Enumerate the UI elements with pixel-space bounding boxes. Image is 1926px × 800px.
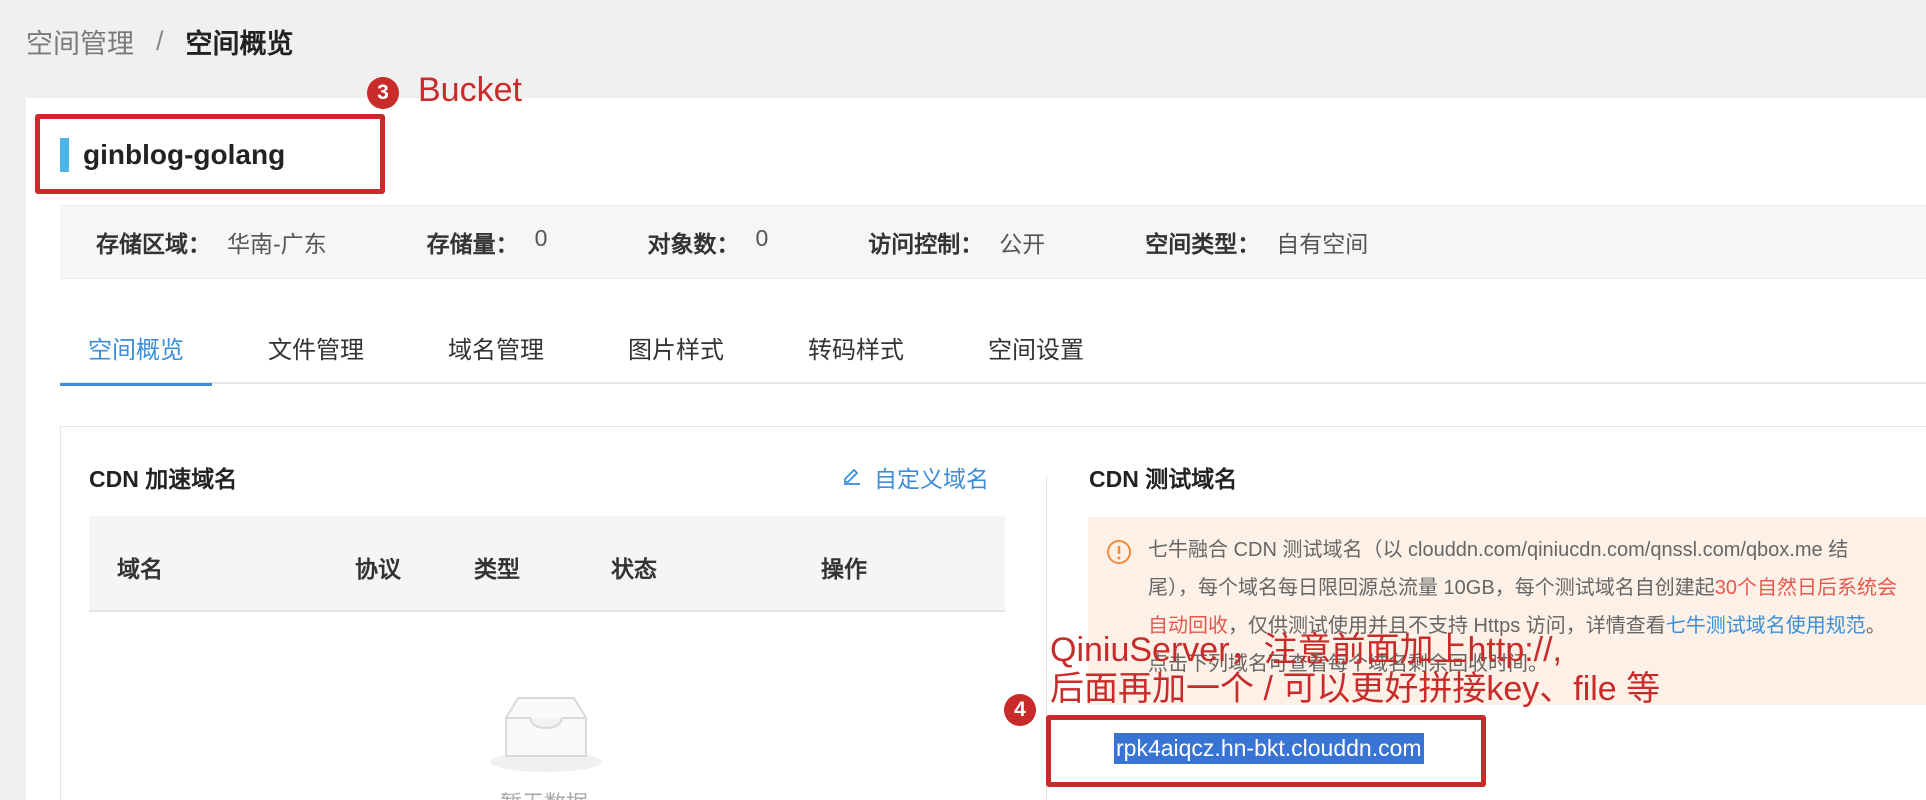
notice-line-2: 尾），每个域名每日限回源总流量 10GB，每个测试域名自创建起30个自然日后系统… bbox=[1148, 569, 1926, 607]
breadcrumb-current: 空间概览 bbox=[185, 29, 294, 59]
bucket-tabs: 空间概览 文件管理 域名管理 图片样式 转码样式 空间设置 bbox=[60, 318, 1926, 386]
info-objects: 对象数： 0 bbox=[647, 225, 768, 259]
warning-icon bbox=[1106, 539, 1132, 578]
tab-settings[interactable]: 空间设置 bbox=[960, 318, 1112, 384]
breadcrumb-parent[interactable]: 空间管理 bbox=[26, 22, 134, 61]
info-type-key: 空间类型： bbox=[1145, 231, 1261, 257]
info-objects-value: 0 bbox=[755, 225, 769, 251]
annotation-label-server-line2: 后面再加一个 / 可以更好拼接key、file 等 bbox=[1050, 670, 1661, 708]
annotation-label-bucket: Bucket bbox=[418, 71, 522, 109]
info-objects-key: 对象数： bbox=[647, 231, 740, 257]
custom-domain-link[interactable]: 自定义域名 bbox=[842, 460, 989, 494]
annotation-box-domain bbox=[1046, 715, 1486, 787]
info-region-key: 存储区域： bbox=[96, 231, 211, 257]
tab-transcode-styles[interactable]: 转码样式 bbox=[780, 318, 932, 384]
test-domain-rules-link[interactable]: 七牛测试域名使用规范 bbox=[1666, 615, 1866, 637]
col-protocol: 协议 bbox=[355, 556, 401, 582]
info-access-key: 访问控制： bbox=[868, 231, 984, 257]
info-region: 存储区域： 华南-广东 bbox=[96, 225, 327, 259]
info-type: 空间类型： 自有空间 bbox=[1145, 225, 1368, 259]
notice-recycle-days: 30个自然日后系统会 bbox=[1714, 577, 1897, 599]
info-storage-key: 存储量： bbox=[426, 231, 519, 257]
notice-line-1: 七牛融合 CDN 测试域名（以 clouddn.com/qiniucdn.com… bbox=[1148, 539, 1849, 561]
info-access-value: 公开 bbox=[999, 231, 1046, 257]
col-type: 类型 bbox=[474, 556, 520, 582]
custom-domain-label: 自定义域名 bbox=[874, 466, 989, 492]
annotation-box-bucket bbox=[35, 114, 385, 194]
edit-icon bbox=[842, 464, 862, 491]
cdn-test-title: CDN 测试域名 bbox=[1089, 466, 1238, 492]
info-storage: 存储量： 0 bbox=[427, 225, 548, 259]
tab-files[interactable]: 文件管理 bbox=[240, 318, 392, 384]
info-type-value: 自有空间 bbox=[1276, 231, 1369, 257]
notice-line-3-end: 。 bbox=[1865, 615, 1886, 637]
breadcrumb: 空间管理 / 空间概览 bbox=[26, 22, 294, 61]
cdn-accel-title: CDN 加速域名 bbox=[89, 466, 238, 492]
annotation-number-3: 3 bbox=[367, 77, 399, 109]
empty-text: 暂无数据 bbox=[500, 786, 588, 800]
info-region-value: 华南-广东 bbox=[227, 231, 327, 257]
tab-overview[interactable]: 空间概览 bbox=[60, 318, 212, 386]
annotation-number-4: 4 bbox=[1004, 694, 1036, 726]
annotation-label-server-line1: QiniuServer，注意前面加上http://, bbox=[1050, 631, 1563, 669]
empty-inbox-icon bbox=[488, 694, 604, 779]
bucket-info-strip: 存储区域： 华南-广东 存储量： 0 对象数： 0 访问控制： 公开 空间类型：… bbox=[60, 205, 1926, 279]
col-action: 操作 bbox=[821, 556, 867, 582]
tab-domains[interactable]: 域名管理 bbox=[420, 318, 572, 384]
tab-image-styles[interactable]: 图片样式 bbox=[600, 318, 752, 384]
notice-line-2-text: 尾），每个域名每日限回源总流量 10GB，每个测试域名自创建起 bbox=[1148, 577, 1715, 599]
info-access: 访问控制： 公开 bbox=[868, 225, 1045, 259]
col-domain: 域名 bbox=[117, 556, 163, 582]
col-status: 状态 bbox=[611, 556, 657, 582]
domain-table-header: 域名 协议 类型 状态 操作 bbox=[89, 516, 1005, 612]
info-storage-value: 0 bbox=[534, 225, 548, 251]
breadcrumb-separator: / bbox=[156, 26, 164, 56]
